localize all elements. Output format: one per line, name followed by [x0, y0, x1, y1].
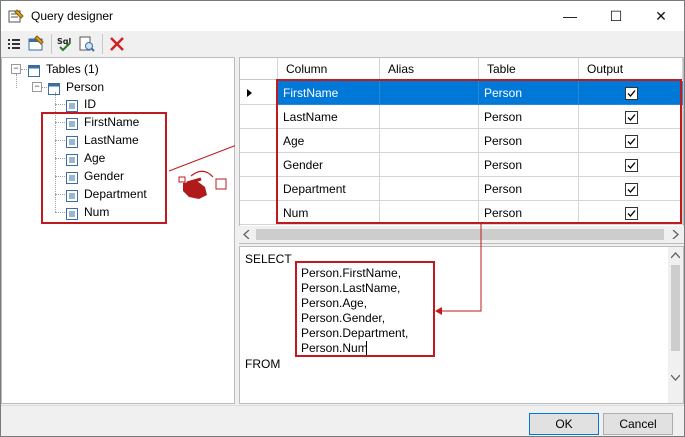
title-bar: Query designer — ☐ ✕ [1, 1, 684, 31]
column-icon [66, 99, 78, 112]
close-button[interactable]: ✕ [638, 1, 684, 31]
row-header[interactable] [240, 201, 278, 225]
tree-table-person[interactable]: Person [48, 78, 104, 96]
row-header[interactable] [240, 81, 278, 105]
sql-from-keyword: FROM [245, 357, 281, 371]
collapse-icon[interactable]: − [11, 64, 21, 74]
scroll-thumb[interactable] [671, 265, 680, 351]
toolbar [1, 31, 684, 57]
highlight-tree-columns [41, 112, 167, 224]
cancel-button[interactable]: Cancel [603, 413, 673, 435]
tables-tree[interactable]: − Tables (1) − Person ID FirstName LastN… [1, 57, 235, 404]
row-header[interactable] [240, 129, 278, 153]
tree-root-label: Tables (1) [46, 62, 99, 76]
row-header[interactable] [240, 153, 278, 177]
toolbar-separator [102, 34, 103, 54]
tables-icon [28, 64, 40, 77]
preview-icon[interactable] [78, 35, 96, 53]
tree-root-tables[interactable]: Tables (1) [28, 60, 99, 78]
minimize-button[interactable]: — [547, 1, 593, 31]
highlight-sql-fields [295, 261, 435, 357]
sql-icon[interactable]: Sql [56, 35, 74, 53]
scroll-up-icon[interactable] [671, 252, 680, 260]
window-title: Query designer [31, 9, 114, 23]
scroll-right-icon[interactable] [671, 230, 679, 239]
ok-button[interactable]: OK [529, 413, 599, 435]
maximize-button[interactable]: ☐ [593, 1, 639, 31]
row-header[interactable] [240, 105, 278, 129]
scroll-down-icon[interactable] [671, 373, 680, 381]
app-icon [8, 8, 24, 24]
footer-divider [1, 405, 684, 406]
grid-header-alias[interactable]: Alias [380, 58, 479, 80]
tree-column-id[interactable]: ID [66, 95, 96, 113]
scroll-left-icon[interactable] [243, 230, 251, 239]
row-header[interactable] [240, 177, 278, 201]
grid-header-column[interactable]: Column [278, 58, 380, 80]
highlight-grid-rows [276, 79, 682, 224]
table-icon[interactable] [27, 35, 45, 53]
query-designer-window: Query designer — ☐ ✕ Sql − Tables (1) − … [0, 0, 685, 437]
sql-select-keyword: SELECT [245, 252, 292, 266]
sql-vertical-scrollbar[interactable] [668, 247, 683, 403]
connector-arrow [435, 223, 482, 315]
grid-header-table[interactable]: Table [479, 58, 579, 80]
collapse-icon[interactable]: − [32, 82, 42, 92]
current-row-icon [247, 89, 252, 97]
hand-cursor-icon [178, 176, 207, 199]
table-icon [48, 82, 60, 95]
tree-table-label: Person [66, 80, 105, 94]
list-icon[interactable] [5, 35, 23, 53]
toolbar-separator [51, 34, 52, 54]
delete-icon[interactable] [108, 35, 126, 53]
tree-column-label: ID [84, 97, 96, 111]
grid-corner [240, 58, 278, 80]
grid-header-output[interactable]: Output [579, 58, 683, 80]
